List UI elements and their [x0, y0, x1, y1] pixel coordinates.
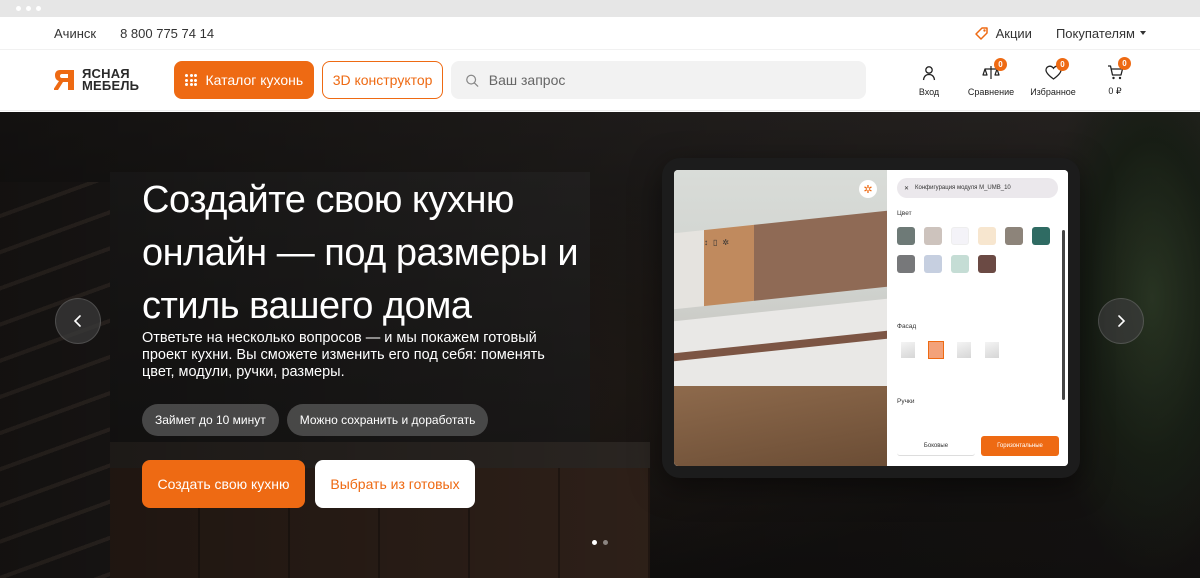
facade-option: [985, 342, 999, 358]
hero-slider: Создайте свою кухню онлайн — под размеры…: [0, 112, 1200, 578]
hero-chips: Займет до 10 минут Можно сохранить и дор…: [142, 404, 489, 436]
chevron-down-icon: [1140, 31, 1146, 35]
color-swatch: [951, 227, 969, 245]
3d-constructor-button[interactable]: 3D конструктор: [322, 61, 443, 99]
logo[interactable]: ЯСНАЯ МЕБЕЛЬ: [54, 67, 174, 93]
hero-title: Создайте свою кухню онлайн — под размеры…: [142, 179, 579, 327]
facade-option: [957, 342, 971, 358]
facade-options: [897, 341, 1058, 359]
cart-total-label: 0 ₽: [1108, 85, 1122, 96]
handles-label: Ручки: [897, 398, 915, 405]
tag-icon: [974, 27, 988, 40]
module-label: Конфигурация модуля M_UMB_10: [915, 185, 1011, 191]
panel-scrollbar: [1062, 230, 1065, 400]
search-bar[interactable]: [450, 61, 866, 99]
catalog-button[interactable]: Каталог кухонь: [174, 61, 315, 99]
facade-label: Фасад: [897, 323, 917, 330]
color-swatch: [924, 227, 942, 245]
search-icon: [465, 74, 479, 87]
slider-prev-button[interactable]: [55, 298, 101, 344]
cart-button[interactable]: 0 0 ₽: [1084, 56, 1146, 97]
header-actions: Вход 0 Сравнение 0 Избранное 0 0 ₽: [898, 56, 1146, 97]
create-kitchen-button[interactable]: Создать свою кухню: [142, 460, 305, 508]
buyers-menu[interactable]: Покупателям: [1056, 26, 1146, 41]
configurator-panel: ✕ Конфигурация модуля M_UMB_10 Цвет Фаса…: [887, 170, 1068, 466]
search-input[interactable]: [488, 72, 852, 88]
kitchen-3d-preview: ↕ ▯ ✲ ✲: [674, 170, 887, 466]
module-pill: ✕ Конфигурация модуля M_UMB_10: [897, 178, 1058, 198]
settings-icon: ✲: [722, 238, 730, 247]
logo-line-2: МЕБЕЛЬ: [82, 78, 140, 93]
color-swatch: [897, 255, 915, 273]
preview-upper-cabinets: [674, 210, 887, 310]
close-icon: ✕: [904, 185, 910, 192]
favorites-button[interactable]: 0 Избранное: [1022, 57, 1084, 97]
promo-link[interactable]: Акции: [974, 25, 1032, 41]
window-dot: [26, 6, 31, 11]
favorites-label: Избранное: [1030, 86, 1076, 97]
preview-floor: [674, 386, 887, 466]
top-bar: Ачинск 8 800 775 74 14 Акции Покупателям: [0, 17, 1200, 50]
color-swatch: [1005, 227, 1023, 245]
city-selector[interactable]: Ачинск: [54, 26, 96, 41]
configurator-screen: ↕ ▯ ✲ ✲ ✕ Конфигурация модуля M_UMB_10 Ц…: [674, 170, 1068, 466]
compare-count-badge: 0: [994, 57, 1007, 71]
cart-count-badge: 0: [1118, 56, 1131, 70]
login-label: Вход: [918, 86, 940, 97]
move-icon: ↕: [704, 238, 708, 247]
slider-next-button[interactable]: [1098, 298, 1144, 344]
chip-duration: Займет до 10 минут: [142, 404, 279, 436]
browser-chrome: [0, 0, 1200, 17]
hero-description: Ответьте на несколько вопросов — и мы по…: [142, 330, 545, 380]
delete-icon: ▯: [713, 238, 718, 247]
chevron-left-icon: [73, 315, 81, 327]
chip-save: Можно сохранить и доработать: [286, 404, 489, 436]
handle-option-horizontal: Горизонтальные: [981, 436, 1059, 456]
color-swatch: [924, 255, 942, 273]
color-swatch: [951, 255, 969, 273]
slider-dot[interactable]: [603, 540, 608, 545]
compare-button[interactable]: 0 Сравнение: [960, 57, 1022, 97]
logo-text: ЯСНАЯ МЕБЕЛЬ: [82, 67, 140, 93]
chevron-right-icon: [1118, 315, 1126, 327]
configurator-tablet: ↕ ▯ ✲ ✲ ✕ Конфигурация модуля M_UMB_10 Ц…: [662, 158, 1080, 478]
facade-option: [901, 342, 915, 358]
login-button[interactable]: Вход: [898, 65, 960, 97]
user-icon: [922, 65, 936, 80]
promo-label: Акции: [995, 25, 1032, 41]
handle-option-side: Боковые: [897, 436, 975, 456]
color-swatch: [978, 255, 996, 273]
color-label: Цвет: [897, 210, 912, 217]
color-swatch: [1032, 227, 1050, 245]
gear-icon: ✲: [859, 180, 877, 198]
facade-option: [928, 341, 944, 359]
grid-icon: [185, 74, 198, 86]
slider-dot[interactable]: [592, 540, 597, 545]
preview-toolbar: ↕ ▯ ✲: [704, 238, 729, 247]
compare-label: Сравнение: [967, 86, 1015, 97]
phone-link[interactable]: 8 800 775 74 14: [120, 26, 214, 41]
color-swatch: [978, 227, 996, 245]
favorites-count-badge: 0: [1056, 57, 1069, 71]
window-dot: [36, 6, 41, 11]
handle-options: Боковые Горизонтальные: [897, 436, 1059, 456]
color-swatch: [897, 227, 915, 245]
choose-ready-button[interactable]: Выбрать из готовых: [315, 460, 475, 508]
catalog-label: Каталог кухонь: [205, 72, 304, 88]
slider-pagination: [592, 540, 608, 545]
window-dot: [16, 6, 21, 11]
buyers-label: Покупателям: [1055, 25, 1135, 41]
main-header: ЯСНАЯ МЕБЕЛЬ Каталог кухонь 3D конструкт…: [0, 50, 1200, 111]
logo-mark-icon: [54, 70, 74, 90]
color-swatches: [897, 227, 1058, 273]
